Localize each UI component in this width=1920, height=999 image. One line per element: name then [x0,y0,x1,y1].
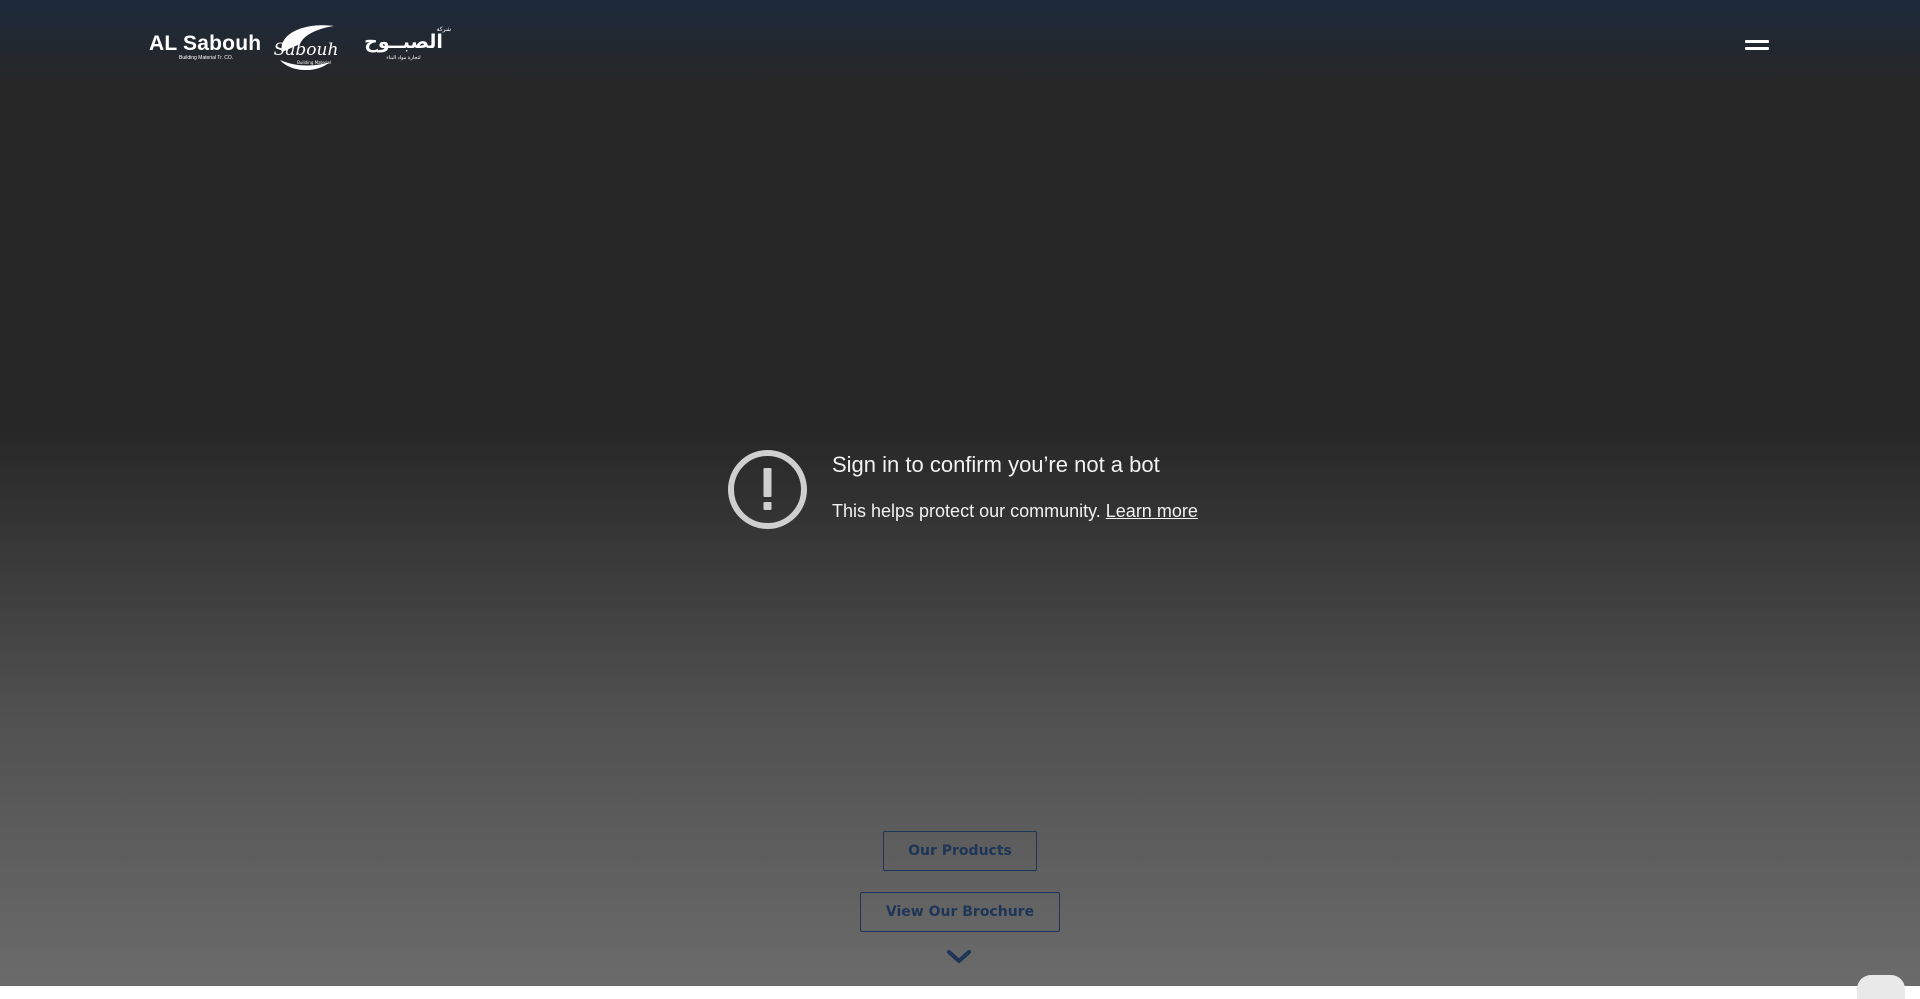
notice-text: This helps protect our community. [832,501,1101,521]
chevron-down-icon[interactable] [946,948,972,966]
logo-subtitle-ar: لتجارة مواد البناء [386,55,421,61]
logo-mark-sub: Building Material [297,60,331,65]
logo-subtitle-en: Building Material Tr. CO. [179,55,234,61]
learn-more-link[interactable]: Learn more [1106,501,1198,521]
site-logo[interactable]: AL Sabouh Building Material Tr. CO. Sabo… [149,22,454,74]
floating-widget-tab[interactable] [1857,975,1905,999]
view-brochure-button[interactable]: View Our Brochure [860,892,1060,932]
hero-section: AL Sabouh Building Material Tr. CO. Sabo… [0,0,1920,986]
logo-mark-text: Sabouh [274,40,338,60]
notice-message: This helps protect our community. Learn m… [832,501,1198,522]
our-products-button[interactable]: Our Products [883,831,1037,871]
logo-mark-icon: Sabouh Building Material [274,25,338,71]
logo-name-ar: الصبــوح [364,31,443,53]
logo-arabic: شركة الصبــوح لتجارة مواد البناء [356,27,451,70]
logo-arabic-top: شركة [436,27,451,33]
menu-button[interactable] [1736,32,1778,58]
notice-title: Sign in to confirm you’re not a bot [832,452,1160,477]
page-bottom-strip [0,986,1920,993]
alert-circle-icon [728,450,807,529]
logo-name-en: AL Sabouh [149,32,262,55]
